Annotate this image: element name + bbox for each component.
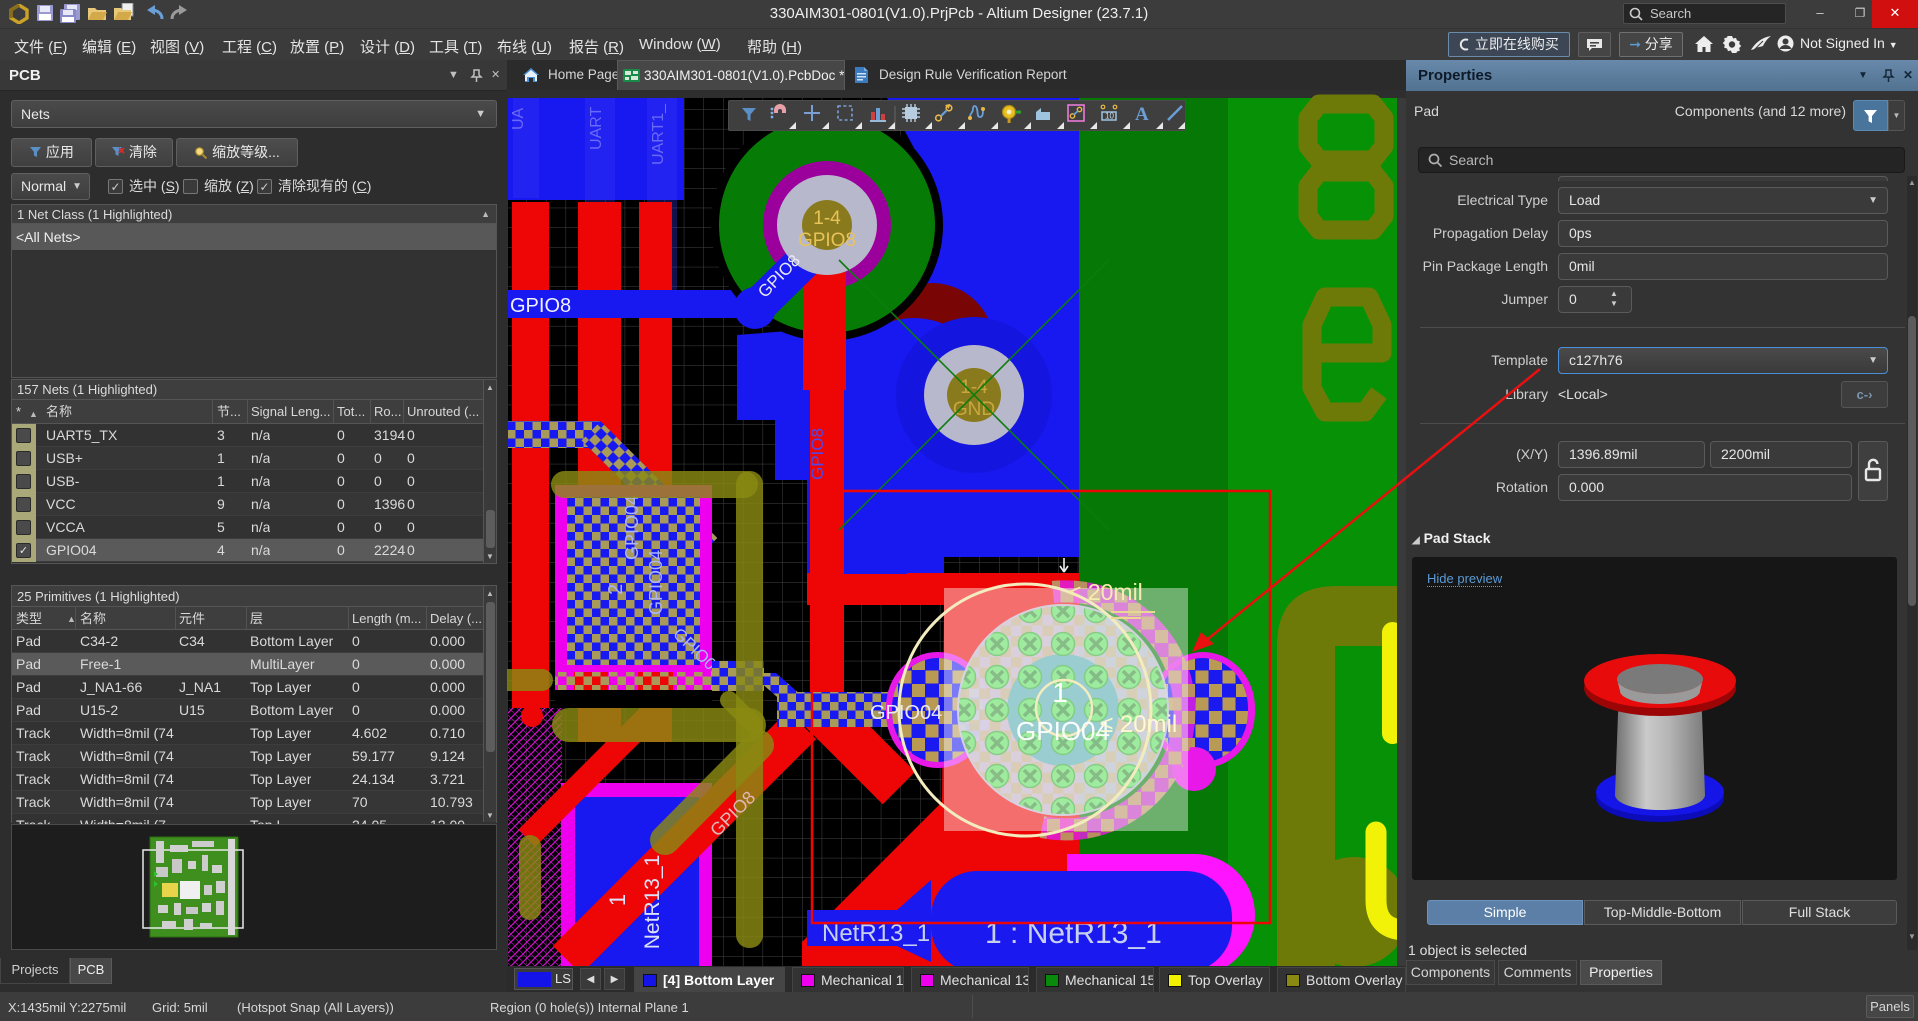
svg-text:≤ 20mil: ≤ 20mil — [1100, 711, 1177, 738]
svg-text:GPIO8: GPIO8 — [798, 230, 856, 251]
svg-text:GPIO04: GPIO04 — [646, 550, 666, 615]
svg-text:UART: UART — [588, 107, 605, 150]
svg-text:GPIO04: GPIO04 — [1016, 716, 1110, 746]
svg-text:2: 2 — [605, 584, 627, 595]
svg-text:GPIO04: GPIO04 — [622, 495, 642, 560]
svg-text:A: A — [1135, 104, 1149, 125]
svg-text:NetR13_1: NetR13_1 — [641, 855, 664, 950]
svg-text:10: 10 — [1105, 112, 1114, 121]
svg-text:GPIO04: GPIO04 — [870, 702, 942, 724]
svg-text:UART1_: UART1_ — [650, 103, 667, 165]
svg-text:< 20mil: < 20mil — [1068, 579, 1143, 605]
svg-text:1-4: 1-4 — [813, 208, 841, 229]
svg-text:1: 1 — [1052, 677, 1068, 708]
svg-text:UA: UA — [510, 107, 527, 130]
svg-text:1: 1 — [605, 894, 630, 906]
svg-text:GPIO8: GPIO8 — [808, 428, 827, 480]
svg-text:GPIO8: GPIO8 — [510, 295, 571, 317]
